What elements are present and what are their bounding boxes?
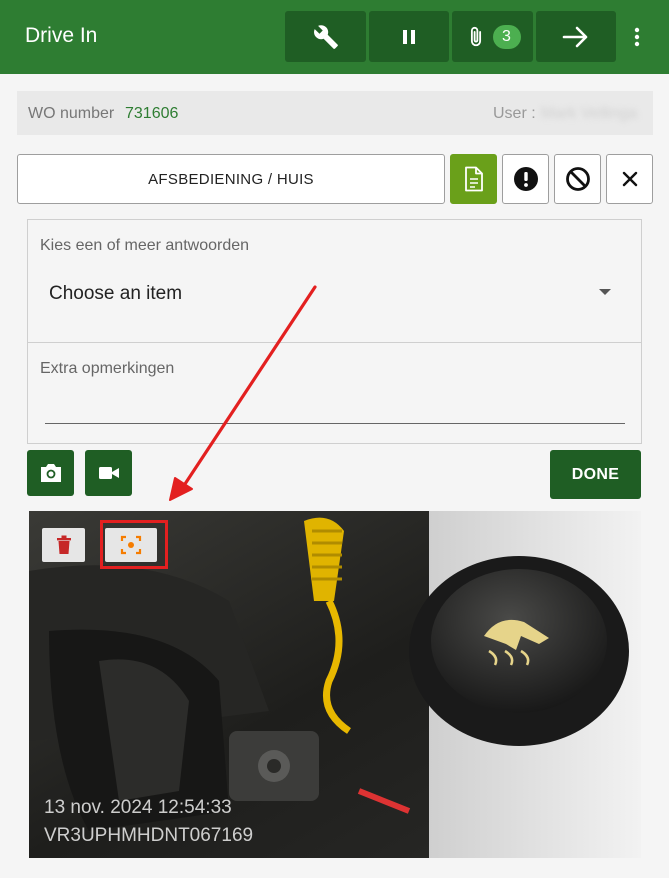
document-icon — [464, 166, 483, 192]
attachments-count-badge: 3 — [492, 24, 521, 49]
video-camera-icon — [98, 467, 119, 479]
extra-remarks-input[interactable] — [45, 423, 625, 424]
photo-timestamp: 13 nov. 2024 12:54:33 — [44, 797, 232, 818]
answer-select[interactable]: Choose an item — [49, 283, 182, 305]
alert-circle-icon — [513, 167, 538, 191]
pause-icon — [403, 29, 415, 44]
block-icon — [565, 167, 590, 191]
report-issue-button[interactable] — [502, 154, 549, 204]
section-title-button[interactable]: AFSBEDIENING / HUIS — [17, 154, 445, 204]
paperclip-icon — [470, 26, 481, 46]
attachments-button[interactable]: 3 — [452, 11, 533, 62]
question-panel: Kies een of meer antwoorden Choose an it… — [27, 219, 642, 444]
annotation-highlight-box — [100, 520, 168, 569]
wrench-icon — [313, 24, 338, 49]
close-icon — [622, 171, 637, 187]
pause-button[interactable] — [369, 11, 449, 62]
dropdown-caret-icon[interactable] — [599, 289, 611, 295]
app-title: Drive In — [25, 24, 98, 47]
arrow-right-icon — [562, 26, 588, 47]
user-name-value: Mark Vellinga — [541, 105, 638, 122]
work-order-bar: WO number 731606 User : Mark Vellinga — [17, 91, 653, 135]
not-applicable-button[interactable] — [554, 154, 601, 204]
app-header: Drive In 3 — [0, 0, 669, 74]
document-button[interactable] — [450, 154, 497, 204]
more-vert-icon — [634, 27, 640, 47]
close-button[interactable] — [606, 154, 653, 204]
next-button[interactable] — [536, 11, 616, 62]
wo-number-value: 731606 — [125, 105, 179, 122]
tools-button[interactable] — [285, 11, 366, 62]
photo-preview[interactable]: 13 nov. 2024 12:54:33 VR3UPHMHDNT067169 — [29, 511, 641, 858]
wo-number-label: WO number — [28, 105, 115, 122]
answers-label: Kies een of meer antwoorden — [40, 237, 250, 254]
delete-photo-button[interactable] — [42, 528, 85, 562]
take-photo-button[interactable] — [27, 450, 74, 496]
photo-vin: VR3UPHMHDNT067169 — [44, 825, 254, 846]
trash-icon — [56, 535, 71, 554]
camera-icon — [40, 464, 61, 482]
done-button[interactable]: DONE — [550, 450, 641, 499]
user-label: User : — [493, 105, 536, 122]
divider — [28, 342, 641, 343]
record-video-button[interactable] — [85, 450, 132, 496]
overflow-menu-button[interactable] — [627, 22, 647, 52]
extra-remarks-label: Extra opmerkingen — [40, 360, 175, 377]
